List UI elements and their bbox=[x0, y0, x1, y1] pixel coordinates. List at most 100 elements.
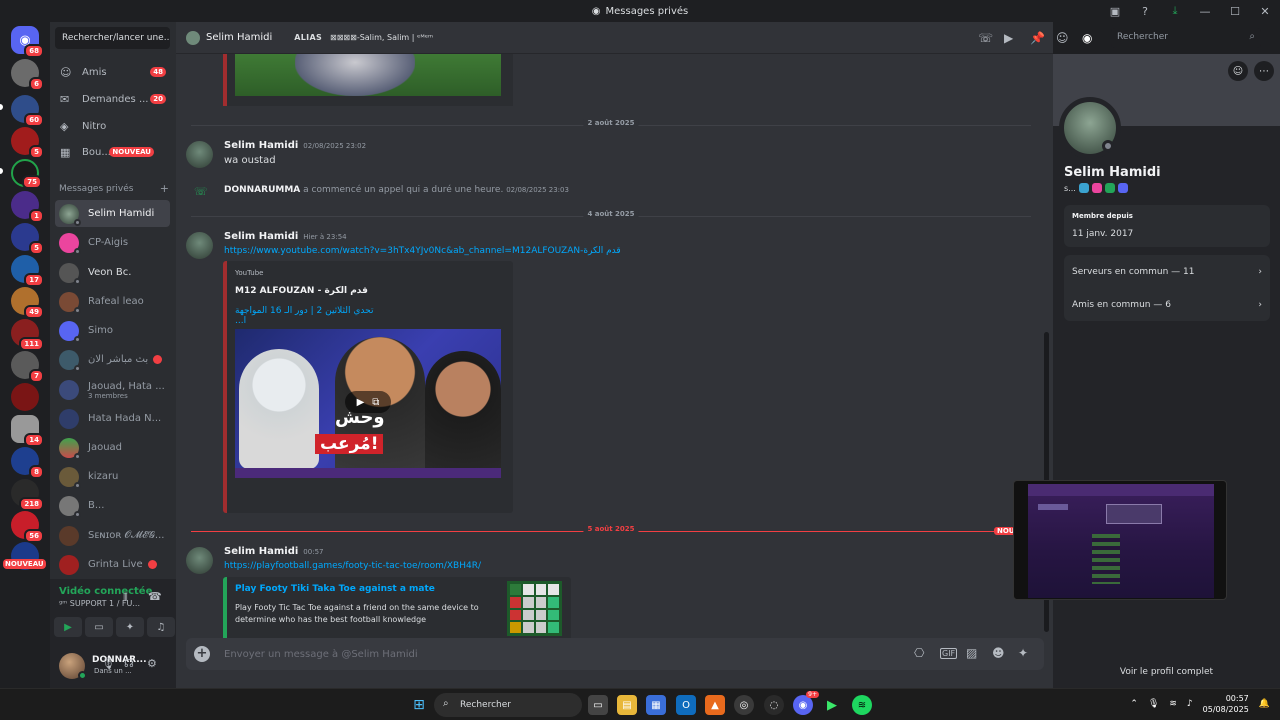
inbox-icon[interactable]: ▣ bbox=[1100, 0, 1130, 22]
embed-title[interactable]: Play Footy Tiki Taka Toe against a mate bbox=[235, 584, 485, 594]
discord-taskbar-icon[interactable]: ◉ 9+ bbox=[793, 691, 819, 715]
dm-item[interactable]: Rafeal leao bbox=[55, 288, 170, 315]
media-app-icon[interactable]: ▶ bbox=[822, 695, 842, 715]
server-icon[interactable] bbox=[11, 383, 39, 411]
server-icon[interactable]: 5 bbox=[11, 127, 44, 159]
profile-toggle-icon[interactable]: ◉ bbox=[1082, 31, 1092, 45]
noise-suppression-icon[interactable]: ⦀ bbox=[123, 591, 128, 605]
attach-plus-icon[interactable]: + bbox=[194, 646, 210, 662]
server-icon[interactable]: 6 bbox=[11, 59, 44, 91]
video-call-icon[interactable]: ▶ bbox=[1004, 31, 1013, 45]
server-icon[interactable]: 7 bbox=[11, 351, 44, 383]
app-icon[interactable]: ◌ bbox=[764, 695, 784, 715]
message-author[interactable]: Selim Hamidi 00:57 bbox=[224, 546, 323, 557]
server-icon[interactable]: 49 bbox=[11, 287, 44, 319]
message-avatar[interactable] bbox=[186, 232, 213, 259]
windows-start-icon[interactable]: ⊞ bbox=[409, 695, 429, 715]
headphones-icon[interactable]: ☊ bbox=[124, 657, 134, 670]
dm-item[interactable]: بث مباشر الان bbox=[55, 346, 170, 373]
dm-item[interactable]: kizaru bbox=[55, 463, 170, 490]
mic-icon[interactable]: 🎙 bbox=[101, 657, 115, 670]
activity-button[interactable]: ✦ bbox=[116, 617, 144, 637]
dm-item[interactable]: Veon Bc. bbox=[55, 259, 170, 286]
nav-shop[interactable]: ▦ Bou... NOUVEAU bbox=[55, 140, 170, 164]
outlook-icon[interactable]: O bbox=[676, 695, 696, 715]
server-icon[interactable]: 111 bbox=[11, 319, 44, 351]
minimize-button[interactable]: — bbox=[1190, 0, 1220, 22]
home-button[interactable]: ◉ 68 bbox=[11, 26, 44, 58]
avatar[interactable] bbox=[59, 653, 87, 680]
dm-item[interactable]: Grinta Live bbox=[55, 551, 170, 578]
camera-button[interactable]: ▶ bbox=[54, 617, 82, 637]
sticker-icon[interactable]: ▨ bbox=[966, 646, 977, 660]
video-thumbnail[interactable]: وحش مُرعب! ▶ ⧉ bbox=[235, 329, 501, 478]
server-icon[interactable]: 1 bbox=[11, 191, 44, 223]
dm-item[interactable]: Ѕᴇɴɪᴏʀ 𝓞𝓜𝓔𝓖... bbox=[55, 522, 170, 549]
pin-icon[interactable]: 📌 bbox=[1030, 31, 1045, 45]
notification-bell-icon[interactable]: 🔔 bbox=[1259, 699, 1270, 709]
chevron-up-icon[interactable]: ⌃ bbox=[1130, 699, 1138, 709]
dm-item[interactable]: Selim Hamidi bbox=[55, 200, 170, 227]
app-icon[interactable]: ▲ bbox=[705, 695, 725, 715]
nav-friends[interactable]: ☺ Amis 48 bbox=[55, 60, 170, 84]
message-avatar[interactable] bbox=[186, 547, 213, 574]
dm-item[interactable]: Simo bbox=[55, 317, 170, 344]
spotify-icon[interactable]: ≋ bbox=[852, 695, 872, 715]
taskbar-search[interactable]: ⌕ Rechercher bbox=[434, 693, 582, 717]
nav-requests[interactable]: ✉ Demandes ... 20 bbox=[55, 87, 170, 111]
emoji-icon[interactable]: ☻ bbox=[992, 646, 1005, 660]
help-icon[interactable]: ? bbox=[1130, 0, 1160, 22]
volume-icon[interactable]: ♪ bbox=[1187, 699, 1193, 709]
maximize-button[interactable]: ☐ bbox=[1220, 0, 1250, 22]
message-author[interactable]: Selim Hamidi Hier à 23:54 bbox=[224, 231, 347, 242]
dm-item[interactable]: Hata Hada N... bbox=[55, 405, 170, 432]
embed-author[interactable]: M12 ALFOUZAN - قدم الكرة bbox=[235, 286, 368, 296]
message-link[interactable]: https://playfootball.games/footy-tic-tac… bbox=[224, 561, 481, 571]
add-dm-button[interactable]: + bbox=[160, 182, 169, 195]
gif-icon[interactable]: GIF bbox=[940, 648, 958, 659]
server-icon[interactable]: 218 bbox=[11, 479, 44, 511]
screen-share-button[interactable]: ▭ bbox=[85, 617, 113, 637]
server-icon[interactable]: 14 bbox=[11, 415, 44, 447]
message-author[interactable]: Selim Hamidi 02/08/2025 23:02 bbox=[224, 140, 366, 151]
dm-item[interactable]: CP-Aigis bbox=[55, 229, 170, 256]
find-conversation-button[interactable]: Rechercher/lancer une... bbox=[55, 27, 170, 49]
view-full-profile-link[interactable]: Voir le profil complet bbox=[1053, 667, 1280, 677]
voice-channel-link[interactable]: ᵍᵐ SUPPORT 1 / FU... bbox=[59, 599, 159, 608]
gear-icon[interactable]: ⚙ bbox=[147, 657, 157, 670]
add-friend-icon[interactable]: ☺ bbox=[1228, 61, 1248, 81]
server-icon[interactable]: 5 bbox=[11, 223, 44, 255]
soundboard-button[interactable]: ♫ bbox=[147, 617, 175, 637]
more-options-icon[interactable]: ⋯ bbox=[1254, 61, 1274, 81]
search-input[interactable]: Rechercher ⌕ bbox=[1111, 28, 1261, 48]
add-friends-icon[interactable]: ☺ bbox=[1056, 31, 1069, 45]
message-input[interactable]: + Envoyer un message à @Selim Hamidi ⎔ G… bbox=[186, 638, 1044, 670]
server-icon[interactable]: 56 bbox=[11, 511, 44, 543]
server-icon[interactable]: 60 bbox=[11, 95, 44, 127]
nav-nitro[interactable]: ◈ Nitro bbox=[55, 114, 170, 138]
gift-icon[interactable]: ⎔ bbox=[914, 646, 924, 660]
wifi-icon[interactable]: ≋ bbox=[1169, 699, 1177, 709]
close-button[interactable]: ✕ bbox=[1250, 0, 1280, 22]
image-embed[interactable] bbox=[223, 54, 513, 106]
profile-avatar[interactable] bbox=[1059, 97, 1121, 159]
dm-item[interactable]: B... bbox=[55, 492, 170, 519]
dm-item[interactable]: Jaouad bbox=[55, 434, 170, 461]
picture-in-picture-window[interactable] bbox=[1013, 480, 1227, 600]
embed-thumbnail[interactable] bbox=[507, 581, 562, 636]
dm-item[interactable]: Jaouad, Hata ... 3 membres bbox=[55, 375, 170, 405]
download-icon[interactable]: ⤓ bbox=[1160, 0, 1190, 22]
task-view-icon[interactable]: ▭ bbox=[588, 695, 608, 715]
play-icon[interactable]: ▶ ⧉ bbox=[345, 391, 391, 413]
apps-icon[interactable]: ✦ bbox=[1018, 646, 1028, 660]
mutual-friends-row[interactable]: Amis en commun — 6 › bbox=[1072, 300, 1262, 310]
call-icon[interactable]: ☏ bbox=[978, 31, 993, 45]
server-icon[interactable]: 8 bbox=[11, 447, 44, 479]
chrome-icon[interactable]: ◎ bbox=[734, 695, 754, 715]
file-explorer-icon[interactable]: ▤ bbox=[617, 695, 637, 715]
server-icon[interactable]: 17 bbox=[11, 255, 44, 287]
disconnect-icon[interactable]: ☎ bbox=[148, 590, 162, 603]
embed-title[interactable]: تحدي الثلاثين 2 | دور الـ 16 المواجهة ا.… bbox=[235, 306, 385, 326]
clock[interactable]: 00:57 05/08/2025 bbox=[1203, 693, 1249, 715]
mic-icon[interactable]: 🎙 bbox=[1148, 699, 1159, 709]
